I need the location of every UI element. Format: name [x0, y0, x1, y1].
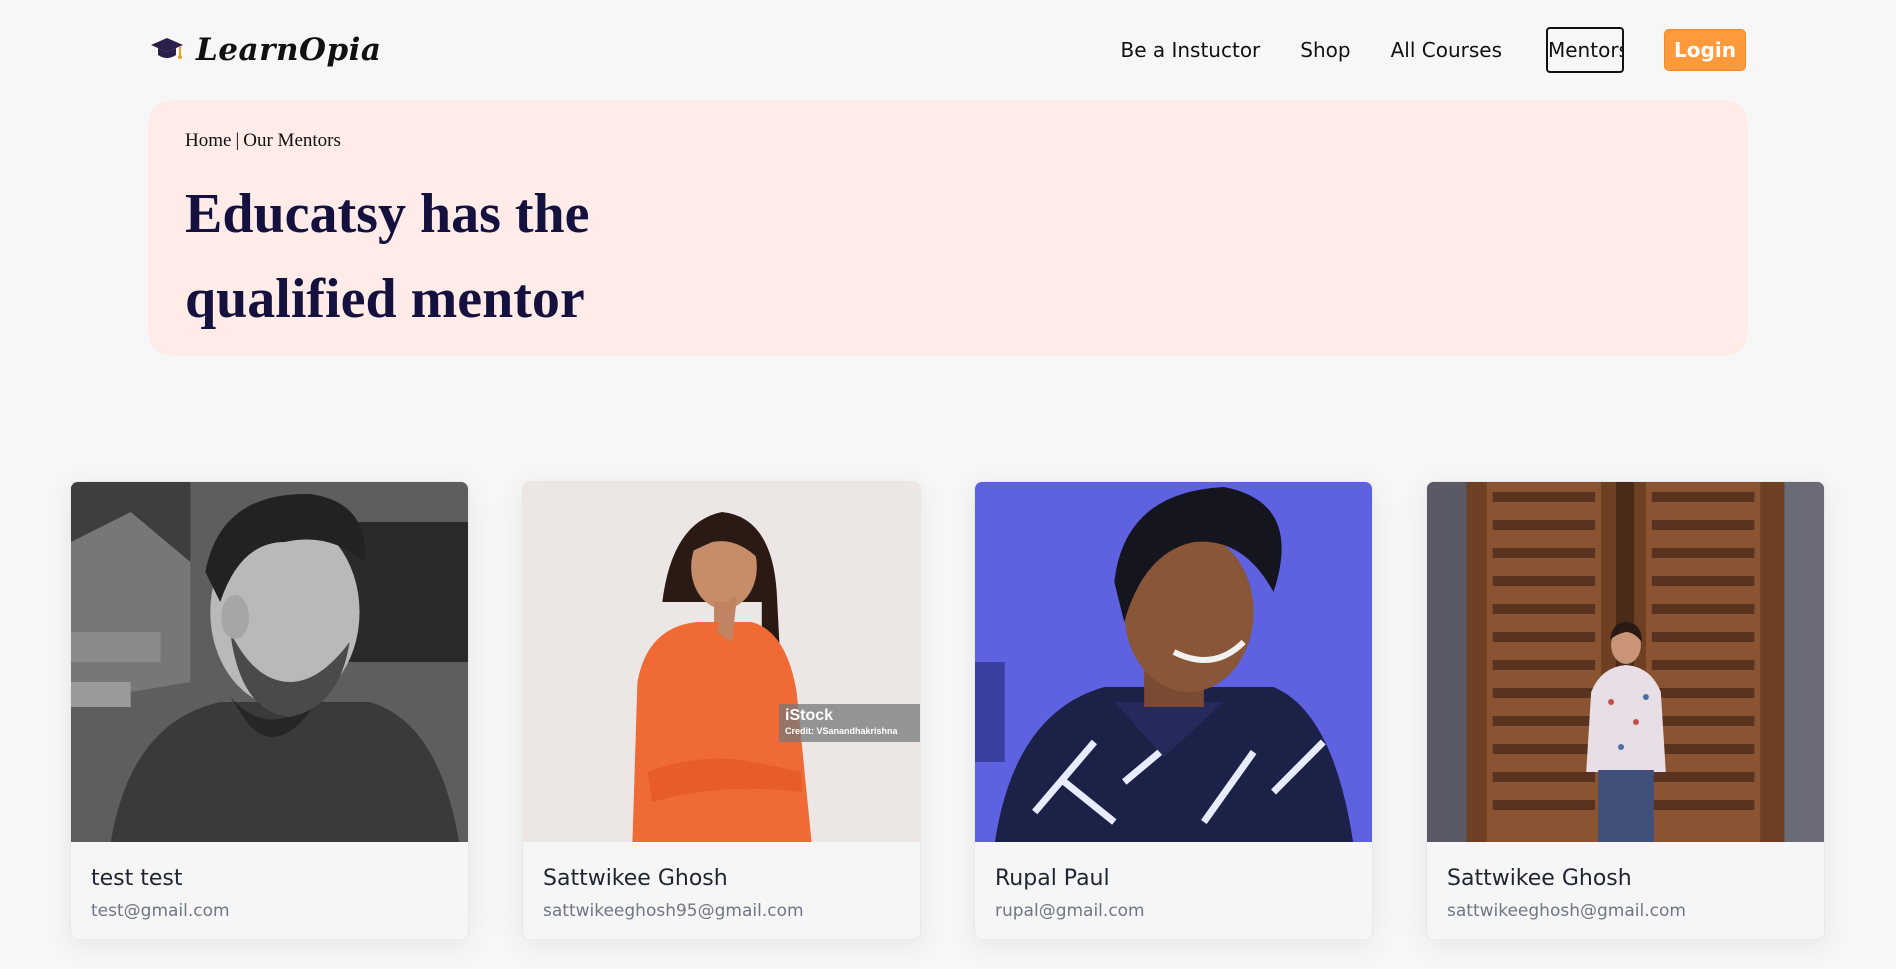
mentor-card-body: Sattwikee Ghosh sattwikeeghosh95@gmail.c… [523, 842, 920, 921]
navbar: LearnOpia Be a Instuctor Shop All Course… [0, 0, 1896, 100]
mentor-photo [71, 482, 468, 842]
mentor-photo-image [975, 482, 1372, 842]
mentor-card-body: Sattwikee Ghosh sattwikeeghosh@gmail.com [1427, 842, 1824, 921]
nav-link-all-courses[interactable]: All Courses [1383, 27, 1510, 73]
nav-link-mentors[interactable]: Mentors [1546, 27, 1624, 73]
istock-logo: iStock [785, 707, 834, 724]
mentor-name: Sattwikee Ghosh [1447, 866, 1632, 891]
mentor-name: test test [91, 866, 183, 891]
mentor-photo [1427, 482, 1824, 842]
brand-name: LearnOpia [196, 32, 382, 68]
mentor-photo: iStock Credit: VSanandhakrishna [523, 482, 920, 842]
breadcrumb-current: Our Mentors [243, 130, 341, 151]
graduation-cap-icon [151, 38, 183, 59]
breadcrumb-separator: | [235, 130, 240, 151]
breadcrumb-home[interactable]: Home [185, 130, 231, 151]
mentor-card[interactable]: Sattwikee Ghosh sattwikeeghosh@gmail.com [1426, 481, 1825, 940]
brand-logo[interactable]: LearnOpia [150, 32, 382, 68]
mentor-photo-image [1427, 482, 1824, 842]
istock-credit: Credit: VSanandhakrishna [785, 726, 898, 736]
istock-watermark: iStock Credit: VSanandhakrishna [779, 704, 920, 742]
mentor-card[interactable]: Rupal Paul rupal@gmail.com [974, 481, 1373, 940]
mentor-name: Sattwikee Ghosh [543, 866, 728, 891]
nav-link-shop[interactable]: Shop [1292, 27, 1358, 73]
login-button[interactable]: Login [1664, 29, 1746, 71]
mentor-email: sattwikeeghosh@gmail.com [1447, 901, 1686, 921]
mentor-card-body: Rupal Paul rupal@gmail.com [975, 842, 1372, 921]
breadcrumb: Home | Our Mentors [185, 130, 341, 152]
mentor-grid: test test test@gmail.com iStock Credit: … [70, 481, 1825, 940]
mentor-photo-image [523, 482, 920, 842]
mentor-card[interactable]: iStock Credit: VSanandhakrishna Sattwike… [522, 481, 921, 940]
mentor-card-body: test test test@gmail.com [71, 842, 468, 921]
mentor-name: Rupal Paul [995, 866, 1110, 891]
mentor-email: rupal@gmail.com [995, 901, 1145, 921]
mentor-email: sattwikeeghosh95@gmail.com [543, 901, 804, 921]
nav-links: Be a Instuctor Shop All Courses Mentors … [1112, 27, 1746, 73]
mentor-photo [975, 482, 1372, 842]
page-title: Educatsy has the qualified mentor [185, 183, 590, 330]
mentor-email: test@gmail.com [91, 901, 230, 921]
mentor-card[interactable]: test test test@gmail.com [70, 481, 469, 940]
mentor-photo-image [71, 482, 468, 842]
nav-link-instructor[interactable]: Be a Instuctor [1112, 27, 1268, 73]
hero-banner: Home | Our Mentors Educatsy has the qualif… [148, 100, 1748, 356]
